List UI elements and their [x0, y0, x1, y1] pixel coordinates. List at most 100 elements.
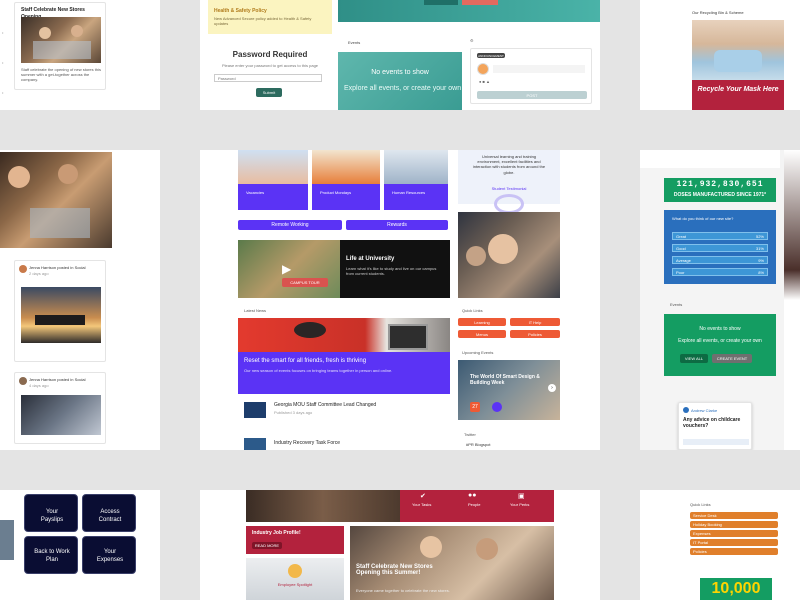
rewards-button[interactable]: Rewards [346, 220, 448, 230]
access-contract-tile[interactable]: Access Contract [82, 494, 136, 532]
tile-top-password: Health & Safety Policy New Advanced Secu… [200, 0, 340, 110]
events-hint: Explore all events, or create your own [678, 338, 762, 344]
avatar [492, 402, 502, 412]
payslips-tile[interactable]: Your Payslips [24, 494, 78, 532]
social-post[interactable]: Jenna Harrison posted in Social 4 days a… [14, 372, 106, 444]
tile-bottom-right: Quick Links Service Desk Holiday Booking… [640, 490, 800, 600]
password-input[interactable] [214, 74, 322, 82]
events-hint: Explore all events, or create your own [344, 85, 462, 92]
answer-field[interactable] [683, 439, 749, 445]
video-title: Life at University [346, 256, 395, 262]
quick-link[interactable]: Learning [458, 318, 506, 326]
avatar [477, 63, 489, 75]
video-thumbnail: ▶ CAMPUS TOUR [238, 240, 340, 298]
teal-hero [338, 0, 600, 22]
sidebar-mark: • [2, 30, 4, 35]
events-empty: No events to show [371, 69, 429, 76]
quick-link[interactable]: Menus [458, 330, 506, 338]
poll-widget: What do you think of our new site? Great… [664, 210, 776, 284]
profile-card[interactable]: Human Resources [384, 150, 448, 210]
composer-field[interactable] [493, 65, 585, 73]
news-item[interactable]: Georgia MOU Staff Committee Lead Changed… [244, 402, 450, 424]
poll-option[interactable]: Great 52% [672, 232, 768, 240]
tasks-icon[interactable]: ✔ [420, 492, 426, 500]
profile-card-label: Vacancies [246, 190, 265, 195]
password-prompt: Please enter your password to get access… [221, 63, 319, 68]
news-thumb [244, 438, 266, 450]
mask-photo [692, 20, 784, 80]
post-button[interactable]: POST [477, 91, 587, 99]
news-title: Industry Recovery Task Force [274, 440, 341, 446]
post-body: Staff celebrate the opening of new store… [21, 67, 101, 83]
profile-card-label: Human Resources [392, 190, 426, 195]
post-author: Jenna Harrison posted in Social [29, 265, 86, 270]
featured-title: Reset the smart for all friends, fresh i… [244, 358, 367, 364]
post-photo [21, 17, 101, 63]
expenses-tile[interactable]: Your Expenses [82, 536, 136, 574]
post-card[interactable]: Staff Celebrate New Stores Opening Staff… [14, 2, 106, 90]
tile-bottom-intranet: ✔ Your Tasks ●● People ▣ Your Perks Indu… [200, 490, 600, 600]
nav-link[interactable]: Your Perks [510, 502, 529, 507]
tile-mid-dashboard: 121,932,830,651 DOSES MANUFACTURED SINCE… [640, 150, 800, 450]
tile-top-left: Staff Celebrate New Stores Opening Staff… [0, 0, 160, 110]
profile-card-label: Product Mondays [320, 190, 352, 195]
nav-link[interactable]: Your Tasks [412, 502, 431, 507]
sidebar-mark: • [2, 90, 4, 95]
news-item[interactable]: Industry Recovery Task Force [244, 438, 450, 450]
quote-text: Universal learning and training environm… [472, 154, 546, 175]
news-title: Georgia MOU Staff Committee Lead Changed [274, 402, 377, 408]
settings-icon[interactable]: ⚙ [470, 38, 474, 43]
view-all-button[interactable]: VIEW ALL [680, 354, 708, 363]
recycle-ad[interactable]: Recycle Your Mask Here [692, 20, 784, 110]
upcoming-events-label: Upcoming Events [462, 350, 494, 355]
remote-working-button[interactable]: Remote Working [238, 220, 342, 230]
post-composer[interactable]: ANNOUNCEMENT ● ■ ▲ POST [470, 48, 592, 104]
next-arrow-icon[interactable]: › [548, 384, 556, 392]
social-post[interactable]: Jenna Harrison posted in Social 2 days a… [14, 260, 106, 362]
attachment-icon[interactable]: ● ■ ▲ [479, 79, 490, 84]
profile-card[interactable]: Vacancies [238, 150, 308, 210]
quick-link[interactable]: Policies [690, 548, 778, 555]
video-widget[interactable]: ▶ CAMPUS TOUR Life at University Learn w… [238, 240, 450, 298]
hero-photo [0, 152, 112, 248]
campus-tour-button[interactable]: CAMPUS TOUR [282, 278, 328, 287]
poll-option[interactable]: Average 9% [672, 256, 768, 264]
stat-widget: 10,000 [700, 578, 772, 600]
policy-banner[interactable]: Health & Safety Policy New Advanced Secu… [208, 0, 332, 34]
alert-card[interactable]: Industry Job Profile! READ MORE [246, 526, 344, 554]
quick-link[interactable]: Expenses [690, 530, 778, 537]
poll-option[interactable]: Poor 8% [672, 268, 768, 276]
quick-link[interactable]: Holiday Booking [690, 521, 778, 528]
read-more-button[interactable]: READ MORE [252, 542, 282, 549]
poll-option[interactable]: Good 31% [672, 244, 768, 252]
featured-photo [238, 318, 450, 352]
avatar [683, 407, 689, 413]
play-icon[interactable]: ▶ [282, 262, 291, 276]
tile-mid-intranet: Vacancies Product Mondays Human Resource… [200, 150, 600, 450]
password-heading: Password Required [232, 50, 308, 59]
policy-title: Health & Safety Policy [214, 8, 267, 14]
spotlight-card[interactable]: Employee Spotlight [246, 558, 344, 600]
quick-link[interactable]: IT Portal [690, 539, 778, 546]
question-card[interactable]: Andrew Clarke Any advice on childcare vo… [678, 402, 752, 450]
events-panel: No events to show Explore all events, or… [338, 52, 462, 110]
nav-link[interactable]: People [468, 502, 480, 507]
perks-icon[interactable]: ▣ [518, 492, 525, 500]
recycle-heading: Our Recycling Bin & Scheme [692, 10, 744, 15]
profile-card[interactable]: Product Mondays [312, 150, 380, 210]
submit-button[interactable]: Submit [256, 88, 282, 97]
featured-news[interactable]: Reset the smart for all friends, fresh i… [238, 318, 450, 394]
quick-link[interactable]: IT Help [510, 318, 560, 326]
event-card[interactable]: The World Of Smart Design & Building Wee… [458, 360, 560, 420]
create-event-button[interactable]: CREATE EVENT [712, 354, 752, 363]
class-photo [458, 212, 560, 298]
featured-story[interactable]: Staff Celebrate New Stores Opening this … [350, 526, 554, 600]
quick-link[interactable]: Service Desk [690, 512, 778, 519]
back-to-work-tile[interactable]: Back to Work Plan [24, 536, 78, 574]
news-thumb [244, 402, 266, 418]
quick-links-heading: Quick Links [690, 502, 711, 507]
people-icon[interactable]: ●● [468, 492, 476, 499]
quick-link[interactable]: Policies [510, 330, 560, 338]
events-widget: Events No events to show Explore all eve… [338, 36, 462, 110]
tile-mid-left: Jenna Harrison posted in Social 2 days a… [0, 150, 160, 450]
